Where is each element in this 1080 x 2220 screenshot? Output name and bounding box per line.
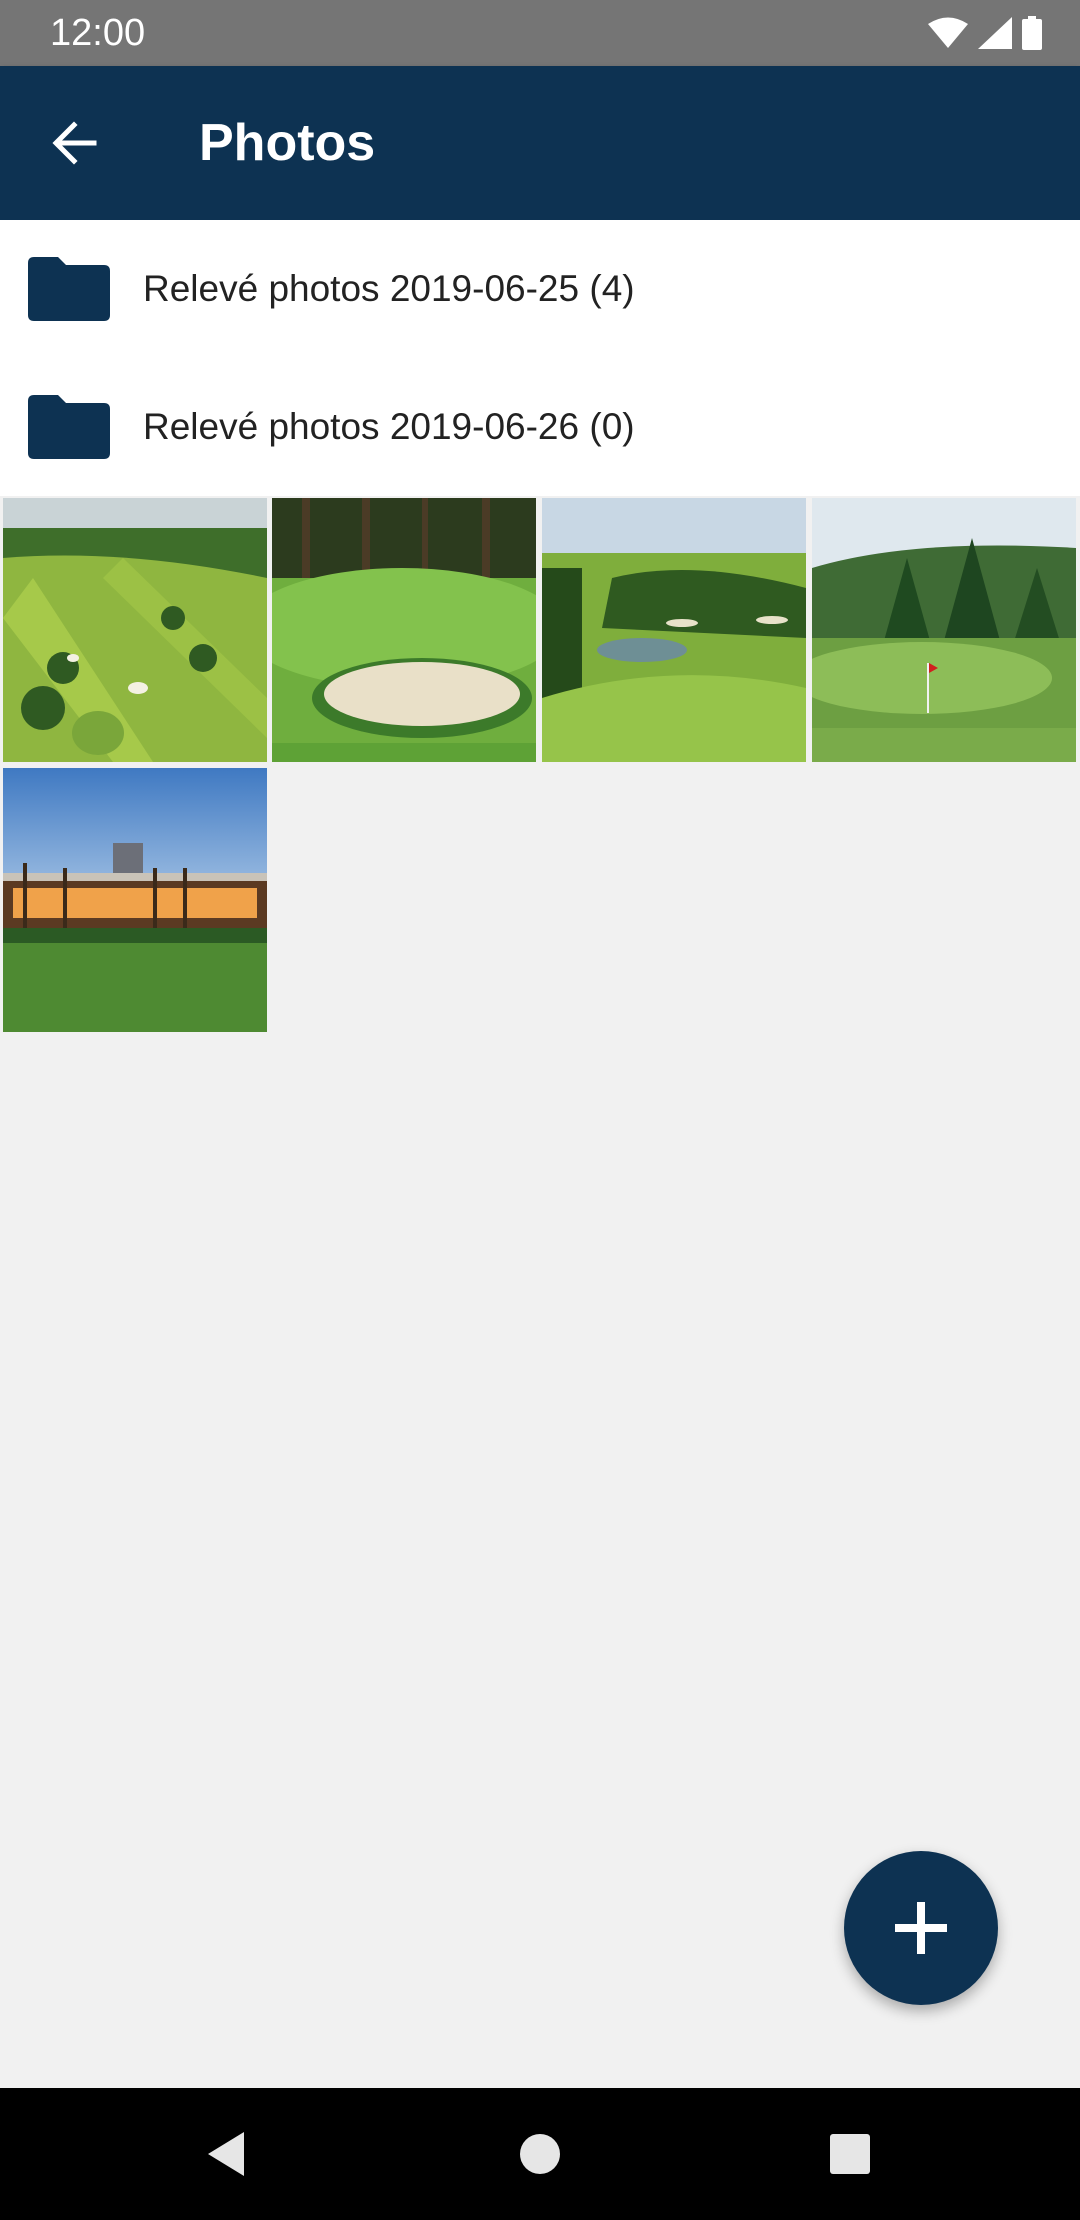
golf-photo-image <box>542 498 806 762</box>
folder-label: Relevé photos 2019-06-25 (4) <box>143 268 635 309</box>
golf-photo-image <box>3 498 267 762</box>
recents-square-icon <box>830 2134 870 2174</box>
golf-photo-image <box>3 768 267 1032</box>
photo-thumbnail[interactable] <box>542 498 806 762</box>
photo-thumbnail[interactable] <box>3 498 267 762</box>
signal-icon <box>978 17 1012 49</box>
arrow-back-icon <box>52 121 97 165</box>
status-time: 12:00 <box>50 12 146 54</box>
nav-recents-button[interactable] <box>810 2114 890 2194</box>
photo-thumbnail[interactable] <box>812 498 1076 762</box>
app-bar: Photos <box>0 66 1080 220</box>
golf-photo-image <box>812 498 1076 762</box>
page-title: Photos <box>199 114 376 172</box>
folder-list: Relevé photos 2019-06-25 (4) Relevé phot… <box>0 220 1080 496</box>
status-icons <box>928 14 1042 52</box>
folder-icon <box>28 395 110 459</box>
back-button[interactable] <box>40 109 108 177</box>
golf-photo-image <box>272 498 536 762</box>
folder-label: Relevé photos 2019-06-26 (0) <box>143 406 635 447</box>
status-bar: 12:00 <box>0 0 1080 66</box>
add-button[interactable] <box>844 1851 998 2005</box>
photo-thumbnail[interactable] <box>3 768 267 1032</box>
wifi-icon <box>928 17 968 48</box>
photo-thumbnail[interactable] <box>272 498 536 762</box>
back-triangle-icon <box>208 2132 244 2176</box>
folder-item[interactable]: Relevé photos 2019-06-25 (4) <box>0 220 1080 358</box>
folder-icon <box>28 257 110 321</box>
home-circle-icon <box>520 2134 560 2174</box>
nav-back-button[interactable] <box>186 2114 266 2194</box>
navigation-bar <box>0 2088 1080 2220</box>
folder-item[interactable]: Relevé photos 2019-06-26 (0) <box>0 358 1080 496</box>
battery-icon <box>1022 16 1042 50</box>
nav-home-button[interactable] <box>500 2114 580 2194</box>
plus-icon <box>895 1902 947 1954</box>
